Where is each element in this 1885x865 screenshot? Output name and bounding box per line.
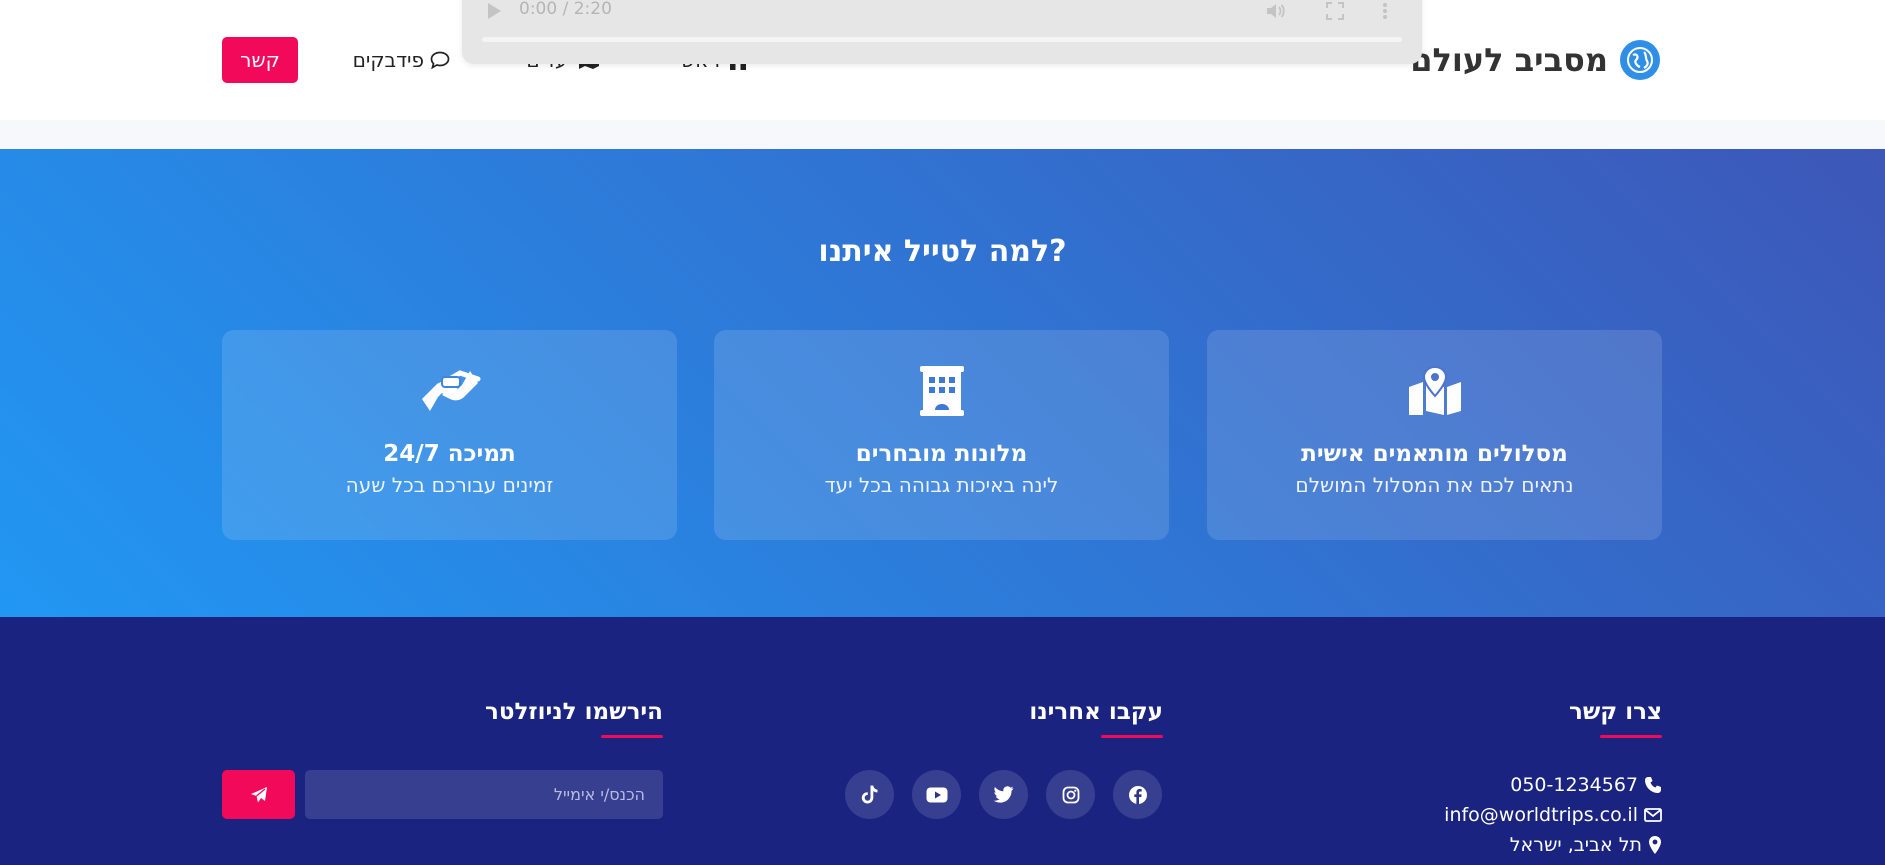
facebook-link[interactable]	[1113, 770, 1162, 819]
feature-title: תמיכה 24/7	[383, 441, 516, 467]
location-pin-icon	[1649, 836, 1661, 854]
video-player[interactable]: 0:00 / 2:20	[462, 0, 1422, 64]
feature-card-routes: מסלולים מותאמים אישית נתאים לכם את המסלו…	[1207, 330, 1662, 540]
video-time: 0:00 / 2:20	[519, 0, 612, 19]
contact-email-text: info@worldtrips.co.il	[1444, 804, 1638, 826]
paper-plane-icon	[250, 786, 267, 802]
features-title: למה לטייל איתנו?	[818, 234, 1067, 269]
video-progress-bar[interactable]	[482, 37, 1402, 42]
nav-feedback-label: פידבקים	[352, 48, 424, 72]
phone-icon	[1645, 777, 1661, 793]
volume-icon[interactable]	[1266, 2, 1286, 20]
contact-address-text: תל אביב, ישראל	[1509, 834, 1642, 856]
globe-logo-icon	[1620, 40, 1660, 80]
title-underline	[601, 735, 663, 738]
instagram-link[interactable]	[1046, 770, 1095, 819]
feature-title: מלונות מובחרים	[855, 441, 1028, 467]
feature-title: מסלולים מותאמים אישית	[1301, 441, 1568, 467]
site-footer: צרו קשר 050-1234567 info@worldtrips.co.i…	[0, 617, 1885, 865]
facebook-icon	[1128, 785, 1147, 804]
title-underline	[1600, 735, 1662, 738]
footer-follow-title: עקבו אחרינו	[1029, 699, 1163, 725]
feature-card-hotels: מלונות מובחרים לינה באיכות גבוהה בכל יעד	[714, 330, 1169, 540]
instagram-icon	[1062, 786, 1079, 803]
youtube-link[interactable]	[912, 770, 961, 819]
feature-card-support: תמיכה 24/7 זמינים עבורכם בכל שעה	[222, 330, 677, 540]
hotel-icon	[919, 366, 964, 416]
comment-icon	[430, 51, 450, 69]
feature-text: נתאים לכם את המסלול המושלם	[1295, 473, 1574, 497]
twitter-link[interactable]	[979, 770, 1028, 819]
brand[interactable]: מסביב לעולם	[1410, 38, 1660, 82]
youtube-icon	[926, 787, 947, 802]
header-divider	[0, 120, 1885, 149]
feature-text: לינה באיכות גבוהה בכל יעד	[824, 473, 1059, 497]
contact-address: תל אביב, ישראל	[1510, 833, 1662, 857]
tiktok-link[interactable]	[845, 770, 894, 819]
handshake-icon	[421, 370, 480, 411]
footer-newsletter-title: הירשמו לניוזלטר	[484, 699, 663, 725]
footer-contact-title: צרו קשר	[1569, 699, 1662, 725]
more-options-icon[interactable]	[1382, 2, 1388, 20]
nav-feedback[interactable]: פידבקים	[353, 44, 450, 76]
title-underline	[1101, 735, 1163, 738]
contact-phone[interactable]: 050-1234567	[1510, 773, 1662, 797]
contact-phone-text: 050-1234567	[1510, 774, 1638, 796]
map-location-icon	[1408, 365, 1461, 415]
brand-name: מסביב לעולם	[1410, 41, 1608, 79]
contact-button[interactable]: קשר	[222, 37, 298, 83]
newsletter-email-input[interactable]	[305, 770, 663, 819]
newsletter-submit-button[interactable]	[222, 770, 295, 819]
play-icon[interactable]	[486, 2, 502, 20]
tiktok-icon	[861, 785, 878, 804]
fullscreen-icon[interactable]	[1326, 2, 1344, 20]
features-section: למה לטייל איתנו? מסלולים מותאמים אישית נ…	[0, 149, 1885, 617]
feature-text: זמינים עבורכם בכל שעה	[345, 473, 554, 497]
envelope-icon	[1644, 808, 1662, 822]
contact-email[interactable]: info@worldtrips.co.il	[1444, 803, 1662, 827]
twitter-icon	[993, 786, 1013, 803]
